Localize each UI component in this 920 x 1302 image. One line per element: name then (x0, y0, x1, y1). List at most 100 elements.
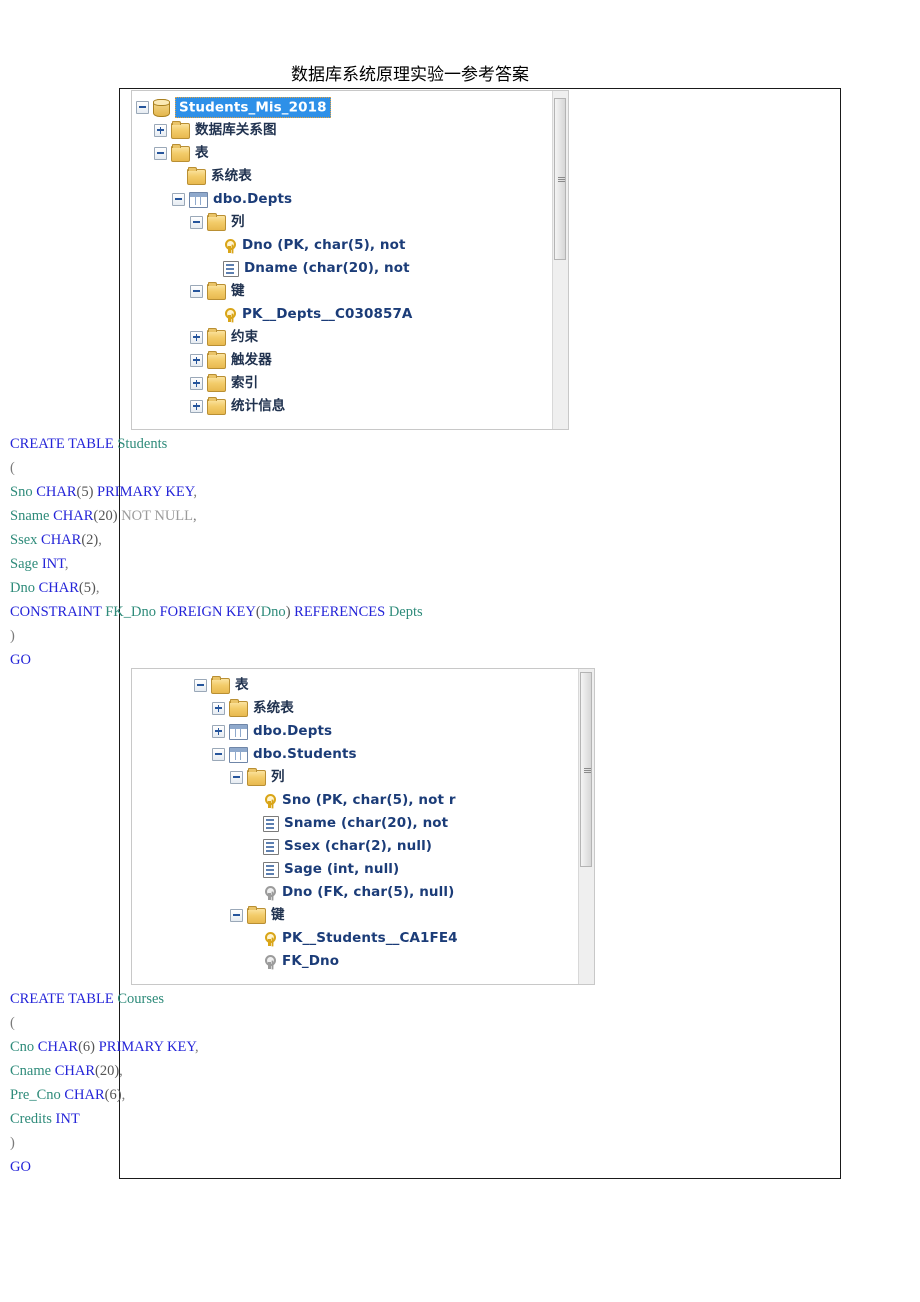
folder-icon (211, 675, 230, 694)
tree-item[interactable]: PK__Depts__C030857A (136, 302, 413, 325)
tree-item[interactable]: 键 (194, 903, 458, 926)
sql-token: Cname (10, 1063, 55, 1079)
tree-item[interactable]: Ssex (char(2), null) (194, 834, 458, 857)
collapse-icon[interactable] (172, 193, 185, 206)
sql-token: (20) (93, 508, 118, 524)
tree-item-label: 列 (271, 769, 285, 785)
tree-item[interactable]: 表 (136, 141, 413, 164)
tree-item[interactable]: Dno (FK, char(5), null) (194, 880, 458, 903)
tree-item[interactable]: Dname (char(20), not (136, 256, 413, 279)
collapse-icon[interactable] (230, 771, 243, 784)
expand-icon[interactable] (190, 331, 203, 344)
sql-token: Courses (117, 991, 165, 1007)
sql-token: NOT NULL (117, 508, 194, 524)
column-icon (223, 260, 239, 277)
tree-item[interactable]: 约束 (136, 325, 413, 348)
tree-item[interactable]: 数据库关系图 (136, 118, 413, 141)
vertical-scrollbar-depts[interactable] (552, 91, 568, 429)
scrollbar-thumb-depts[interactable] (554, 97, 566, 260)
expand-icon[interactable] (154, 124, 167, 137)
tree-item-label: 表 (195, 145, 209, 161)
tree-item-label: Students_Mis_2018 (179, 99, 327, 116)
expand-icon[interactable] (190, 354, 203, 367)
scrollbar-thumb-students[interactable] (580, 672, 592, 868)
collapse-icon[interactable] (190, 285, 203, 298)
sql-token: GO (10, 652, 31, 668)
tree-item-label: 列 (231, 214, 245, 230)
tree-item[interactable]: 表 (194, 673, 458, 696)
tree-item[interactable]: 系统表 (136, 164, 413, 187)
folder-icon (207, 350, 226, 369)
expander-spacer-icon (248, 887, 259, 898)
tree-item[interactable]: Dno (PK, char(5), not (136, 233, 413, 256)
sql-token: CHAR (64, 1087, 105, 1103)
expander-spacer-icon (208, 240, 219, 251)
tree-item[interactable]: 列 (136, 210, 413, 233)
tree-item[interactable]: dbo.Students (194, 742, 458, 765)
tree-item[interactable]: PK__Students__CA1FE4 (194, 926, 458, 949)
sql-line: CONSTRAINT FK_Dno FOREIGN KEY(Dno) REFER… (10, 600, 423, 624)
collapse-icon[interactable] (230, 909, 243, 922)
table-icon (189, 191, 208, 208)
expand-icon[interactable] (190, 377, 203, 390)
page-title: 数据库系统原理实验一参考答案 (291, 65, 529, 85)
tree-item-label: Sno (PK, char(5), not r (282, 792, 456, 808)
tree-item[interactable]: 索引 (136, 371, 413, 394)
sql-line: Sno CHAR(5) PRIMARY KEY, (10, 480, 423, 504)
tree-item[interactable]: FK_Dno (194, 949, 458, 972)
collapse-icon[interactable] (194, 679, 207, 692)
sql-line: Dno CHAR(5), (10, 576, 423, 600)
table-icon (229, 746, 248, 763)
object-explorer-panel-depts[interactable]: Students_Mis_2018 数据库关系图表系统表 dbo.Depts 列 Dno… (131, 90, 569, 430)
tree-item-label: 键 (231, 283, 245, 299)
tree-item-label: 表 (235, 677, 249, 693)
folder-icon (207, 373, 226, 392)
vertical-scrollbar-students[interactable] (578, 669, 594, 984)
tree-item-label: Dno (FK, char(5), null) (282, 884, 455, 900)
expander-spacer-icon (248, 795, 259, 806)
tree-item[interactable]: 触发器 (136, 348, 413, 371)
tree-item[interactable]: Sname (char(20), not (194, 811, 458, 834)
collapse-icon[interactable] (136, 101, 149, 114)
tree-item[interactable]: dbo.Depts (136, 187, 413, 210)
sql-token: (2) (81, 532, 99, 548)
sql-token: Cno (10, 1039, 38, 1055)
object-explorer-panel-students[interactable]: 表系统表 dbo.Depts dbo.Students 列 Sno (PK, char(… (131, 668, 595, 985)
tree-item[interactable]: 列 (194, 765, 458, 788)
tree-item[interactable]: 键 (136, 279, 413, 302)
tree-item[interactable]: 统计信息 (136, 394, 413, 417)
tree-item[interactable]: dbo.Depts (194, 719, 458, 742)
collapse-icon[interactable] (154, 147, 167, 160)
tree-item-label: 触发器 (231, 352, 272, 368)
sql-token: INT (41, 556, 65, 572)
sql-line: ( (10, 1011, 199, 1035)
expand-icon[interactable] (212, 725, 225, 738)
tree-item[interactable]: Students_Mis_2018 (136, 95, 413, 118)
expander-spacer-icon (208, 309, 219, 320)
sql-line: Pre_Cno CHAR(6), (10, 1083, 199, 1107)
expander-spacer-icon (248, 933, 259, 944)
tree-item[interactable]: Sage (int, null) (194, 857, 458, 880)
folder-icon (229, 698, 248, 717)
sql-token: CREATE TABLE (10, 991, 118, 1007)
key-icon (223, 307, 237, 322)
tree-item[interactable]: 系统表 (194, 696, 458, 719)
expand-icon[interactable] (212, 702, 225, 715)
scrollbar-grip-icon-2 (584, 767, 591, 773)
key-icon (263, 793, 277, 808)
collapse-icon[interactable] (212, 748, 225, 761)
sql-code-courses: CREATE TABLE Courses(Cno CHAR(6) PRIMARY… (10, 987, 199, 1179)
sql-token: Dno (260, 604, 286, 620)
tree-rows-students: 表系统表 dbo.Depts dbo.Students 列 Sno (PK, char(… (194, 673, 458, 972)
expand-icon[interactable] (190, 400, 203, 413)
column-icon (263, 815, 279, 832)
folder-icon (171, 143, 190, 162)
expander-spacer-icon (248, 841, 259, 852)
tree-item-label: 系统表 (253, 700, 294, 716)
collapse-icon[interactable] (190, 216, 203, 229)
sql-token: CHAR (36, 484, 77, 500)
sql-line: Ssex CHAR(2), (10, 528, 423, 552)
tree-item-label: 数据库关系图 (195, 122, 277, 138)
sql-token: ) (10, 628, 15, 644)
tree-item[interactable]: Sno (PK, char(5), not r (194, 788, 458, 811)
